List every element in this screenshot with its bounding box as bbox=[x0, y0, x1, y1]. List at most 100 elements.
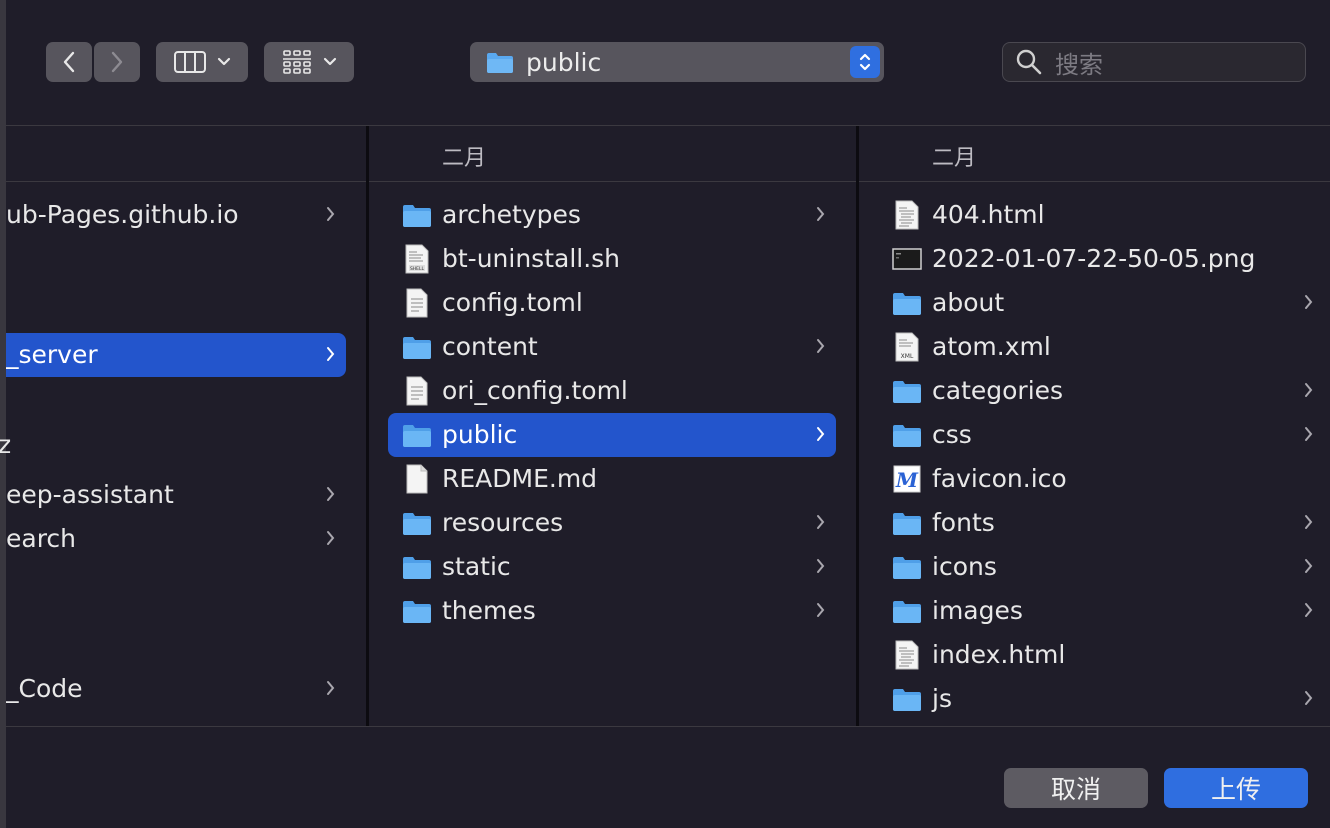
location-stepper[interactable] bbox=[850, 46, 880, 78]
list-item[interactable]: earch bbox=[6, 517, 346, 561]
chevron-right-icon bbox=[327, 207, 335, 221]
upload-button[interactable]: 上传 bbox=[1164, 768, 1308, 808]
folder-icon bbox=[402, 508, 432, 538]
chevron-right-icon bbox=[817, 559, 825, 573]
columns-view-icon bbox=[174, 51, 206, 73]
location-popup[interactable]: public bbox=[470, 42, 884, 82]
chevron-right-icon bbox=[1305, 427, 1313, 441]
folder-icon bbox=[402, 332, 432, 362]
list-item-selected[interactable]: _server bbox=[6, 333, 346, 377]
folder-icon bbox=[892, 288, 922, 318]
chevron-down-icon bbox=[323, 57, 337, 66]
search-field[interactable]: 搜索 bbox=[1002, 42, 1306, 82]
item-label: earch bbox=[6, 524, 77, 553]
chevron-right-icon bbox=[1305, 691, 1313, 705]
chevron-right-icon bbox=[1305, 559, 1313, 573]
list-item[interactable]: archetypes bbox=[388, 193, 836, 237]
view-mode-button[interactable] bbox=[156, 42, 248, 82]
list-item[interactable]: ub-Pages.github.io bbox=[6, 193, 346, 237]
list-item[interactable]: 404.html bbox=[878, 193, 1324, 237]
item-label: content bbox=[442, 332, 538, 361]
svg-text:M: M bbox=[895, 468, 919, 492]
favicon-file-icon: M bbox=[892, 464, 922, 494]
list-item[interactable]: ori_config.toml bbox=[388, 369, 836, 413]
updown-chevron-icon bbox=[859, 53, 871, 71]
cancel-button[interactable]: 取消 bbox=[1004, 768, 1148, 808]
folder-icon bbox=[892, 376, 922, 406]
item-label: resources bbox=[442, 508, 564, 537]
folder-icon bbox=[402, 200, 432, 230]
list-item[interactable]: Mfavicon.ico bbox=[878, 457, 1324, 501]
item-label: 404.html bbox=[932, 200, 1045, 229]
item-label: eep-assistant bbox=[6, 480, 174, 509]
folder-icon bbox=[402, 420, 432, 450]
item-label: js bbox=[932, 684, 952, 713]
column-divider[interactable] bbox=[366, 126, 369, 726]
list-item[interactable]: SHELL bt-uninstall.sh bbox=[388, 237, 836, 281]
list-item[interactable]: about bbox=[878, 281, 1324, 325]
item-label: themes bbox=[442, 596, 536, 625]
chevron-left-icon bbox=[63, 51, 75, 73]
list-item[interactable]: content bbox=[388, 325, 836, 369]
item-label: about bbox=[932, 288, 1005, 317]
folder-icon bbox=[402, 552, 432, 582]
chevron-right-icon bbox=[817, 515, 825, 529]
list-item[interactable]: resources bbox=[388, 501, 836, 545]
item-label: public bbox=[442, 420, 518, 449]
image-file-icon bbox=[892, 244, 922, 274]
column-divider[interactable] bbox=[856, 126, 859, 726]
list-item[interactable]: eep-assistant bbox=[6, 473, 346, 517]
group-button[interactable] bbox=[264, 42, 354, 82]
item-label: icons bbox=[932, 552, 997, 581]
text-file-icon bbox=[402, 288, 432, 318]
item-label: _Code bbox=[6, 674, 83, 703]
item-label: 2022-01-07-22-50-05.png bbox=[932, 244, 1256, 273]
chevron-right-icon bbox=[1305, 383, 1313, 397]
browser-bottom-border bbox=[6, 726, 1330, 727]
folder-icon bbox=[487, 53, 513, 73]
list-item-selected[interactable]: public bbox=[388, 413, 836, 457]
list-item[interactable]: z bbox=[0, 423, 38, 467]
list-item[interactable]: config.toml bbox=[388, 281, 836, 325]
list-item[interactable]: XML atom.xml bbox=[878, 325, 1324, 369]
folder-icon bbox=[892, 508, 922, 538]
chevron-right-icon bbox=[817, 207, 825, 221]
chevron-down-icon bbox=[217, 57, 231, 66]
list-item[interactable]: index.html bbox=[878, 633, 1324, 677]
folder-icon bbox=[892, 596, 922, 626]
folder-icon bbox=[892, 684, 922, 714]
item-label: ori_config.toml bbox=[442, 376, 628, 405]
list-item[interactable]: css bbox=[878, 413, 1324, 457]
chevron-right-icon bbox=[1305, 515, 1313, 529]
browser-top-border bbox=[6, 125, 1330, 126]
item-label: static bbox=[442, 552, 511, 581]
item-label: favicon.ico bbox=[932, 464, 1067, 493]
chevron-right-icon bbox=[327, 487, 335, 501]
list-item[interactable]: js bbox=[878, 677, 1324, 721]
chevron-right-icon bbox=[817, 339, 825, 353]
list-item[interactable]: categories bbox=[878, 369, 1324, 413]
chevron-right-icon bbox=[1305, 295, 1313, 309]
html-file-icon bbox=[892, 200, 922, 230]
item-label: atom.xml bbox=[932, 332, 1051, 361]
list-item[interactable]: README.md bbox=[388, 457, 836, 501]
list-item[interactable]: icons bbox=[878, 545, 1324, 589]
list-item[interactable]: themes bbox=[388, 589, 836, 633]
list-item[interactable]: 2022-01-07-22-50-05.png bbox=[878, 237, 1324, 281]
list-item[interactable]: _Code bbox=[6, 667, 346, 711]
folder-icon bbox=[892, 552, 922, 582]
item-label: archetypes bbox=[442, 200, 581, 229]
chevron-right-icon bbox=[817, 427, 825, 441]
text-file-icon bbox=[402, 376, 432, 406]
item-label: fonts bbox=[932, 508, 995, 537]
forward-button[interactable] bbox=[94, 42, 140, 82]
item-label: z bbox=[0, 430, 12, 459]
list-item[interactable]: images bbox=[878, 589, 1324, 633]
list-item[interactable]: static bbox=[388, 545, 836, 589]
item-label: _server bbox=[6, 340, 98, 369]
shell-file-icon: SHELL bbox=[402, 244, 432, 274]
svg-text:SHELL: SHELL bbox=[410, 266, 425, 272]
back-button[interactable] bbox=[46, 42, 92, 82]
list-item[interactable]: fonts bbox=[878, 501, 1324, 545]
item-label: config.toml bbox=[442, 288, 583, 317]
